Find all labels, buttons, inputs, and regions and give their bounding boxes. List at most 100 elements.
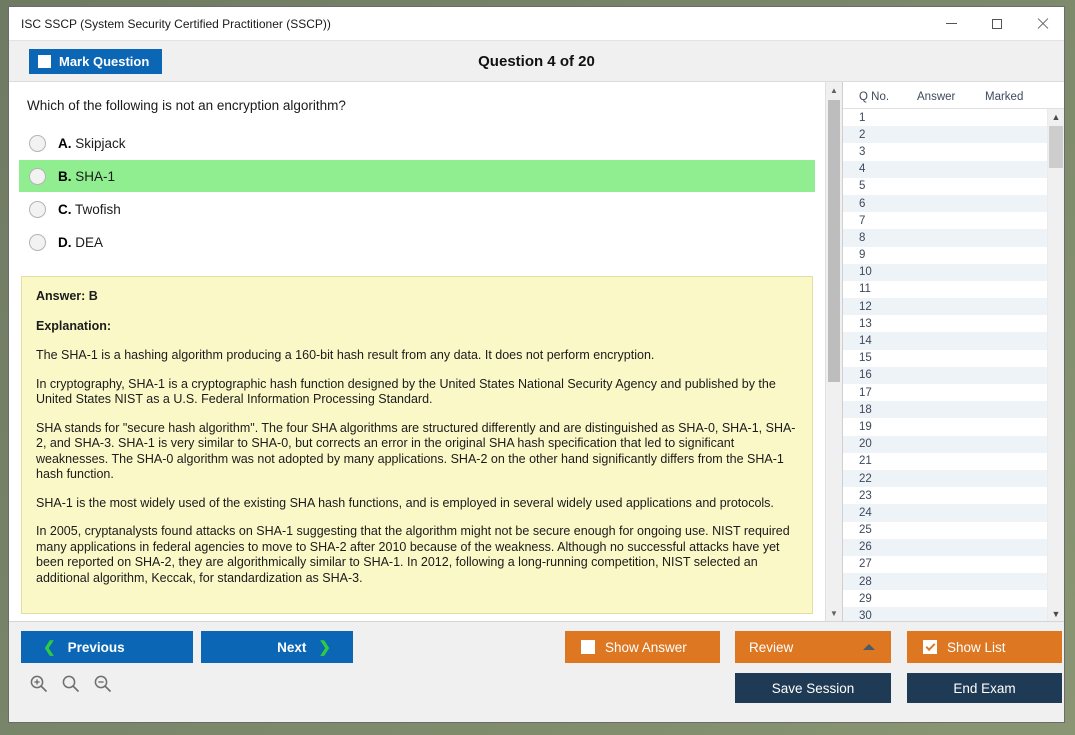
question-list-row-number: 22 [843,473,901,485]
question-list-row-number: 9 [843,249,901,261]
question-list-row[interactable]: 26 [843,539,1047,556]
question-list-row[interactable]: 25 [843,522,1047,539]
question-text: Which of the following is not an encrypt… [9,82,825,127]
question-list-row[interactable]: 6 [843,195,1047,212]
option-row-c[interactable]: C. Twofish [19,193,815,225]
question-pane-scrollbar[interactable]: ▲ ▼ [825,82,842,621]
explanation-paragraph-1: The SHA-1 is a hashing algorithm produci… [36,348,798,364]
list-scroll-up-icon[interactable]: ▲ [1048,109,1064,124]
radio-icon-a[interactable] [29,135,46,152]
review-dropdown-button[interactable]: Review [735,631,891,663]
chevron-right-icon: ❯ [318,640,331,655]
exam-window: ISC SSCP (System Security Certified Prac… [8,6,1065,723]
close-button[interactable] [1019,7,1064,40]
option-label-c: C. Twofish [58,202,121,217]
chevron-left-icon: ❮ [43,640,56,655]
list-scroll-down-icon[interactable]: ▼ [1048,606,1064,621]
question-list-row-number: 3 [843,146,901,158]
radio-icon-b[interactable] [29,168,46,185]
minimize-button[interactable] [929,7,974,40]
question-list-row-number: 11 [843,283,901,295]
question-list-row-number: 27 [843,558,901,570]
radio-icon-d[interactable] [29,234,46,251]
question-list-row[interactable]: 2 [843,126,1047,143]
option-letter-d: D. [58,235,72,250]
question-list-row-number: 4 [843,163,901,175]
show-answer-label: Show Answer [605,640,687,655]
question-list-row[interactable]: 24 [843,504,1047,521]
end-exam-label: End Exam [953,681,1015,696]
question-list-row-number: 1 [843,112,901,124]
radio-icon-c[interactable] [29,201,46,218]
question-list-row[interactable]: 29 [843,590,1047,607]
question-list-row[interactable]: 13 [843,315,1047,332]
scrollbar-thumb[interactable] [828,100,840,382]
end-exam-button[interactable]: End Exam [907,673,1062,703]
question-list-scrollbar[interactable]: ▲ ▼ [1047,109,1064,621]
option-row-d[interactable]: D. DEA [19,226,815,258]
question-list-row[interactable]: 20 [843,436,1047,453]
zoom-reset-icon[interactable] [61,674,81,694]
maximize-button[interactable] [974,7,1019,40]
window-title: ISC SSCP (System Security Certified Prac… [9,17,331,31]
option-row-a[interactable]: A. Skipjack [19,127,815,159]
question-list-row[interactable]: 21 [843,453,1047,470]
next-button[interactable]: Next ❯ [201,631,353,663]
question-list-row[interactable]: 17 [843,384,1047,401]
question-list-row-number: 8 [843,232,901,244]
mark-question-checkbox-icon [38,55,51,68]
question-list-row[interactable]: 18 [843,401,1047,418]
question-list-row[interactable]: 14 [843,332,1047,349]
question-list-row[interactable]: 28 [843,573,1047,590]
question-list-row-number: 17 [843,387,901,399]
zoom-out-icon[interactable] [93,674,113,694]
option-label-b: B. SHA-1 [58,169,115,184]
scroll-up-icon[interactable]: ▲ [826,82,842,98]
show-answer-button[interactable]: Show Answer [565,631,720,663]
question-list-row-number: 25 [843,524,901,536]
close-icon [1036,18,1048,30]
body: Which of the following is not an encrypt… [9,82,1064,621]
list-scrollbar-thumb[interactable] [1049,126,1063,168]
question-list-row[interactable]: 22 [843,470,1047,487]
question-list-row[interactable]: 19 [843,418,1047,435]
question-list-row-number: 29 [843,593,901,605]
explanation-paragraph-4: SHA-1 is the most widely used of the exi… [36,496,798,512]
question-list-row-number: 23 [843,490,901,502]
scroll-down-icon[interactable]: ▼ [826,605,842,621]
question-list-row[interactable]: 9 [843,247,1047,264]
question-list-row[interactable]: 16 [843,367,1047,384]
question-list-row[interactable]: 11 [843,281,1047,298]
question-list-row[interactable]: 1 [843,109,1047,126]
option-text-c: Twofish [75,202,121,217]
question-list-row-number: 28 [843,576,901,588]
question-list-row-number: 30 [843,610,901,621]
chevron-up-icon [863,644,875,650]
column-header-qno: Q No. [843,91,917,103]
question-pane: Which of the following is not an encrypt… [9,82,843,621]
question-list-row[interactable]: 27 [843,556,1047,573]
question-list-header: Q No. Answer Marked [843,82,1064,109]
question-list-row[interactable]: 23 [843,487,1047,504]
show-list-button[interactable]: Show List [907,631,1062,663]
options-list: A. Skipjack B. SHA-1 C. Twofish D. [9,127,825,258]
question-list-row[interactable]: 3 [843,143,1047,160]
question-list-row[interactable]: 30 [843,607,1047,621]
explanation-paragraph-5: In 2005, cryptanalysts found attacks on … [36,524,798,586]
option-text-b: SHA-1 [75,169,115,184]
mark-question-button[interactable]: Mark Question [29,49,162,74]
option-text-d: DEA [75,235,103,250]
option-row-b[interactable]: B. SHA-1 [19,160,815,192]
question-list-row[interactable]: 5 [843,178,1047,195]
zoom-in-icon[interactable] [29,674,49,694]
question-list-row[interactable]: 4 [843,161,1047,178]
question-list-row[interactable]: 8 [843,229,1047,246]
question-list-row[interactable]: 7 [843,212,1047,229]
question-list-row-number: 21 [843,455,901,467]
previous-button[interactable]: ❮ Previous [21,631,193,663]
header-bar: Mark Question Question 4 of 20 [9,41,1064,82]
question-list-row[interactable]: 12 [843,298,1047,315]
save-session-button[interactable]: Save Session [735,673,891,703]
question-list-row[interactable]: 10 [843,264,1047,281]
question-list-row[interactable]: 15 [843,350,1047,367]
